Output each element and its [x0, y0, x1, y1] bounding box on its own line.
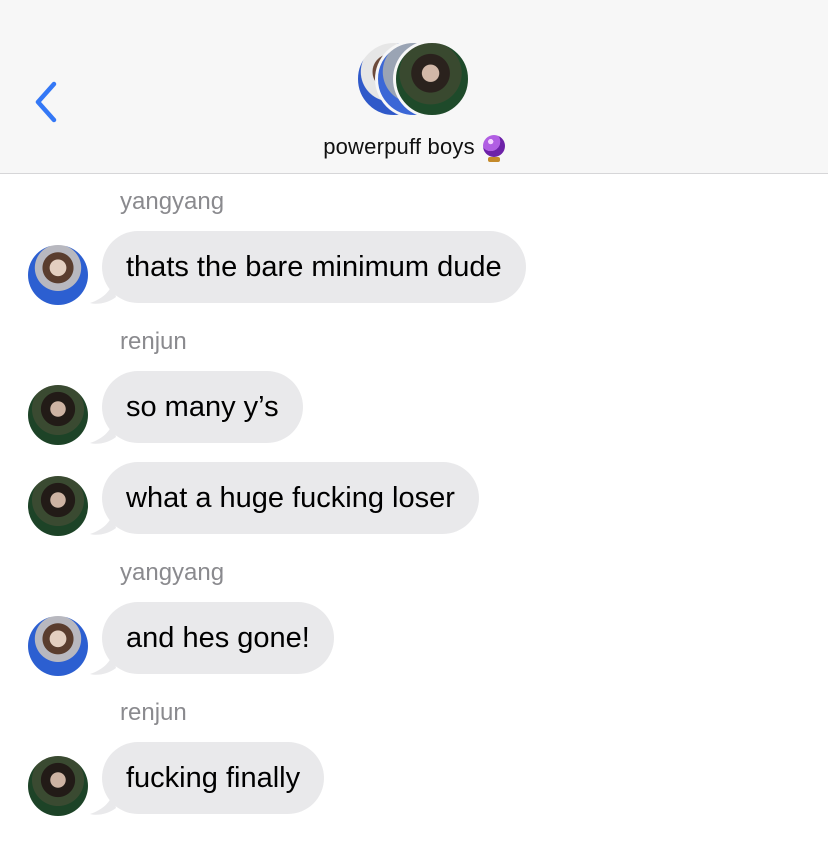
group-member-avatar: [393, 40, 471, 118]
sender-name: renjun: [120, 328, 187, 355]
message-bubble[interactable]: and hes gone!: [102, 602, 334, 674]
sender-name: renjun: [120, 699, 187, 726]
conversation-title[interactable]: powerpuff boys: [0, 134, 828, 162]
crystal-ball-icon: [482, 135, 505, 162]
message-row: and hes gone!: [0, 602, 828, 676]
avatar[interactable]: [28, 245, 88, 305]
sender-name: yangyang: [120, 559, 225, 586]
conversation-title-text: powerpuff boys: [323, 134, 475, 159]
message-row: thats the bare minimum dude: [0, 231, 828, 305]
avatar[interactable]: [28, 616, 88, 676]
message-row: what a huge fucking loser: [0, 462, 828, 536]
conversation-header: powerpuff boys: [0, 0, 828, 174]
message-list: yangyang thats the bare minimum dude ren…: [0, 174, 828, 857]
message-bubble[interactable]: so many y’s: [102, 371, 303, 443]
message-bubble[interactable]: what a huge fucking loser: [102, 462, 479, 534]
message-bubble[interactable]: thats the bare minimum dude: [102, 231, 526, 303]
avatar[interactable]: [28, 756, 88, 816]
avatar[interactable]: [28, 385, 88, 445]
message-row: fucking finally: [0, 742, 828, 816]
chevron-left-icon: [35, 81, 57, 123]
message-row: so many y’s: [0, 371, 828, 445]
sender-name: yangyang: [120, 188, 225, 215]
group-avatar-stack[interactable]: [355, 40, 480, 122]
messages-screen: powerpuff boys yangyang thats the bare m…: [0, 0, 828, 857]
back-button[interactable]: [28, 78, 68, 126]
message-bubble[interactable]: fucking finally: [102, 742, 325, 814]
avatar[interactable]: [28, 476, 88, 536]
